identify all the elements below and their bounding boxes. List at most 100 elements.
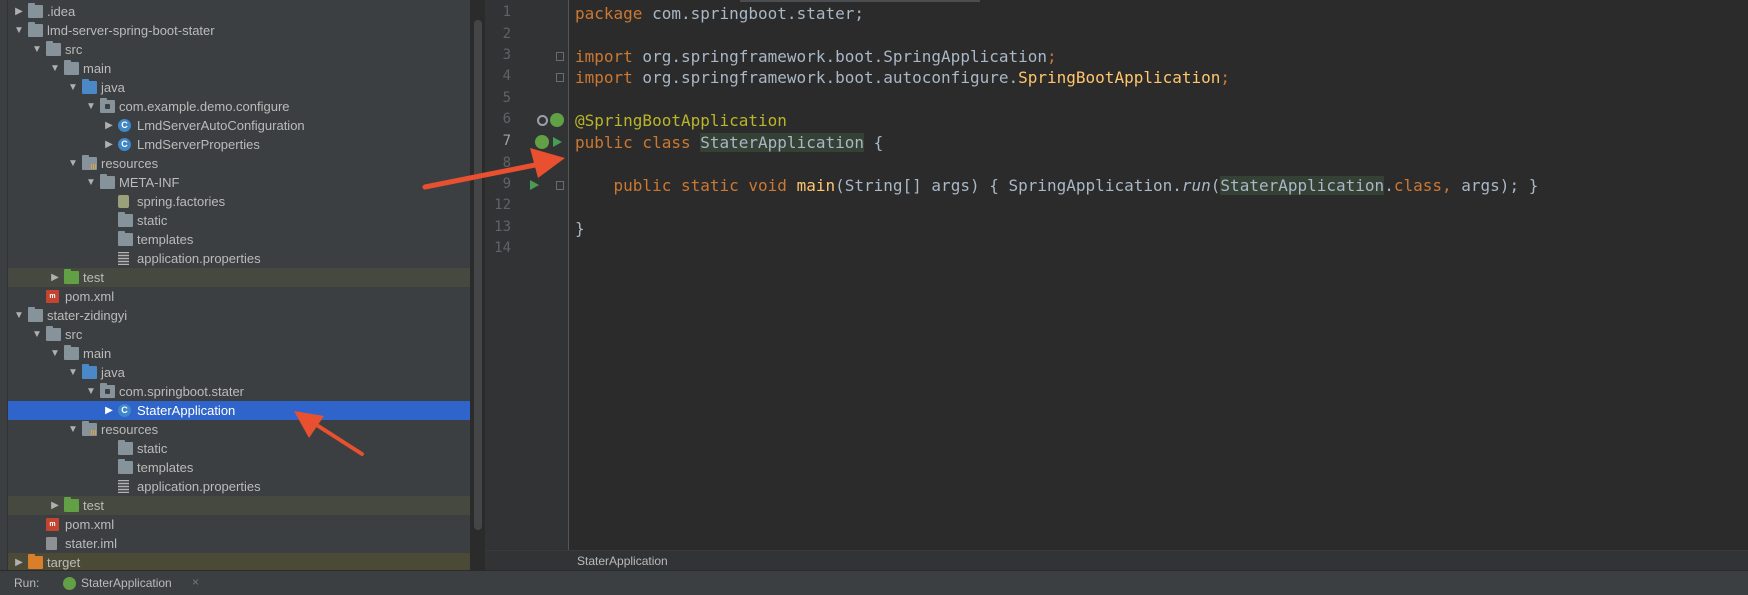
tree-row[interactable]: ▼ main <box>8 59 470 78</box>
code-editor[interactable]: 1 2 3 4 5 6 7 8 9 12 13 14 package com.springboot.s… <box>485 0 1748 571</box>
gutter-divider <box>568 0 569 550</box>
folder-icon <box>64 345 79 360</box>
fold-marker-icon[interactable] <box>556 52 564 61</box>
tree-row-label: com.springboot.stater <box>119 384 245 399</box>
properties-file-icon <box>118 252 129 265</box>
tree-row[interactable]: templates <box>8 230 470 249</box>
tree-row[interactable]: ▶ C StaterApplication <box>8 401 470 420</box>
tree-row[interactable]: ▼ main <box>8 344 470 363</box>
find-usages-icon[interactable] <box>537 115 548 126</box>
code-line-3: import org.springframework.boot.SpringAp… <box>575 47 1057 66</box>
code-line-6: @SpringBootApplication <box>575 111 787 130</box>
close-icon[interactable]: × <box>192 575 199 589</box>
spring-boot-icon[interactable] <box>535 135 549 149</box>
code-line-9: public static void main(String[] args) {… <box>613 176 1539 195</box>
collapse-arrow-icon[interactable]: ▼ <box>12 306 26 325</box>
tree-row[interactable]: ▼ java <box>8 78 470 97</box>
folder-icon <box>64 60 79 75</box>
line-number: 4 <box>502 68 511 84</box>
tree-row[interactable]: ▼ lmd-server-spring-boot-stater <box>8 21 470 40</box>
iml-file-icon <box>46 537 57 550</box>
line-number: 1 <box>502 4 511 20</box>
run-tab-staterapplication[interactable]: StaterApplication <box>81 576 172 590</box>
tree-row[interactable]: ▼ src <box>8 40 470 59</box>
tree-row-label: stater-zidingyi <box>47 308 128 323</box>
run-main-icon[interactable] <box>530 180 539 190</box>
collapse-arrow-icon[interactable]: ▼ <box>48 59 62 78</box>
tree-row[interactable]: ▼ com.example.demo.configure <box>8 97 470 116</box>
tree-row[interactable]: m pom.xml <box>8 287 470 306</box>
maven-file-icon: m <box>46 290 59 303</box>
collapse-arrow-icon[interactable]: ▼ <box>66 154 80 173</box>
tree-row[interactable]: static <box>8 439 470 458</box>
tree-row-label: application.properties <box>137 479 261 494</box>
expand-arrow-icon[interactable]: ▶ <box>12 2 26 21</box>
tree-row[interactable]: ▼ resources <box>8 420 470 439</box>
tree-row[interactable]: ▶ target <box>8 553 470 570</box>
tree-row[interactable]: ▶ C LmdServerAutoConfiguration <box>8 116 470 135</box>
package-icon <box>100 98 115 113</box>
tree-row[interactable]: ▼ java <box>8 363 470 382</box>
tree-row-label: test <box>83 498 104 513</box>
tree-row[interactable]: ▼ resources <box>8 154 470 173</box>
project-tree-scrollbar[interactable] <box>474 20 482 530</box>
spring-bean-icon[interactable] <box>550 113 564 127</box>
expand-arrow-icon[interactable]: ▶ <box>12 553 26 570</box>
tree-row-label: templates <box>137 460 194 475</box>
folder-icon <box>28 3 43 18</box>
tree-row[interactable]: static <box>8 211 470 230</box>
expand-arrow-icon[interactable]: ▶ <box>102 401 116 420</box>
expand-arrow-icon[interactable]: ▶ <box>48 268 62 287</box>
collapse-arrow-icon[interactable]: ▼ <box>30 325 44 344</box>
tree-row-label: lmd-server-spring-boot-stater <box>47 23 215 38</box>
collapse-arrow-icon[interactable]: ▼ <box>84 97 98 116</box>
tree-row-label: LmdServerAutoConfiguration <box>137 118 305 133</box>
tree-row[interactable]: ▼ stater-zidingyi <box>8 306 470 325</box>
line-number: 9 <box>502 176 511 192</box>
collapse-arrow-icon[interactable]: ▼ <box>84 173 98 192</box>
tree-row[interactable]: application.properties <box>8 477 470 496</box>
tree-row[interactable]: ▶ test <box>8 268 470 287</box>
tree-row[interactable]: ▶ C LmdServerProperties <box>8 135 470 154</box>
expand-arrow-icon[interactable]: ▶ <box>48 496 62 515</box>
folder-icon <box>28 307 43 322</box>
collapse-arrow-icon[interactable]: ▼ <box>66 363 80 382</box>
tree-row[interactable]: ▼ src <box>8 325 470 344</box>
spring-factories-icon <box>118 195 129 208</box>
tree-row-label: static <box>137 441 168 456</box>
breadcrumb[interactable]: StaterApplication <box>577 554 668 568</box>
tree-row-label: src <box>65 42 83 57</box>
tree-row[interactable]: stater.iml <box>8 534 470 553</box>
collapse-arrow-icon[interactable]: ▼ <box>12 21 26 40</box>
tree-row[interactable]: ▶ test <box>8 496 470 515</box>
tree-row[interactable]: spring.factories <box>8 192 470 211</box>
tree-row[interactable]: ▼ com.springboot.stater <box>8 382 470 401</box>
excluded-folder-icon <box>28 554 43 569</box>
tree-row-label: .idea <box>47 4 76 19</box>
tree-row-label: pom.xml <box>65 289 115 304</box>
fold-marker-icon[interactable] <box>556 181 564 190</box>
tree-row[interactable]: application.properties <box>8 249 470 268</box>
collapse-arrow-icon[interactable]: ▼ <box>48 344 62 363</box>
tree-row-label: target <box>47 555 81 570</box>
collapse-arrow-icon[interactable]: ▼ <box>66 78 80 97</box>
class-icon: C <box>118 119 131 132</box>
expand-arrow-icon[interactable]: ▶ <box>102 135 116 154</box>
source-folder-icon <box>82 364 97 379</box>
tree-row[interactable]: ▼ META-INF <box>8 173 470 192</box>
resources-folder-icon <box>82 155 97 170</box>
tree-row[interactable]: ▶ .idea <box>8 2 470 21</box>
collapse-arrow-icon[interactable]: ▼ <box>66 420 80 439</box>
collapse-arrow-icon[interactable]: ▼ <box>30 40 44 59</box>
fold-marker-icon[interactable] <box>556 73 564 82</box>
expand-arrow-icon[interactable]: ▶ <box>102 116 116 135</box>
run-tool-window-bar: Run: StaterApplication × <box>0 570 1748 595</box>
collapse-arrow-icon[interactable]: ▼ <box>84 382 98 401</box>
folder-icon <box>118 459 133 474</box>
run-class-icon[interactable] <box>553 137 562 147</box>
tool-window-strip[interactable] <box>0 0 8 570</box>
tree-row[interactable]: templates <box>8 458 470 477</box>
tree-row[interactable]: m pom.xml <box>8 515 470 534</box>
tree-row-label: META-INF <box>119 175 180 190</box>
code-line-4: import org.springframework.boot.autoconf… <box>575 68 1231 87</box>
